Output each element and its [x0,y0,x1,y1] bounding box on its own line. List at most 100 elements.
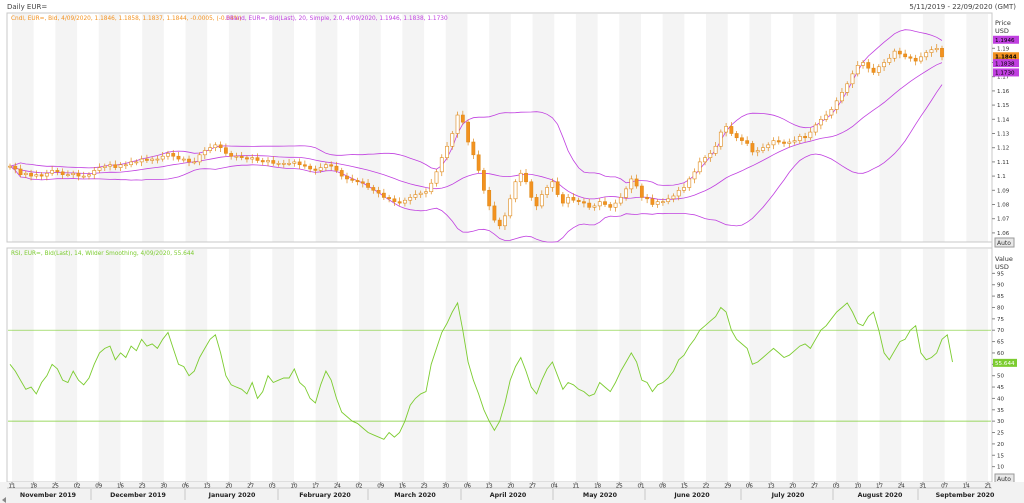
candle-body [381,192,386,198]
x-tick-label: 09 [95,484,102,490]
candle-body [897,50,902,55]
candle-body [39,174,44,177]
price-tick-label: 1.11 [997,160,1009,166]
x-tick-label: 20 [789,484,796,490]
candle-body [23,172,28,175]
band [879,249,902,482]
candle-body [697,161,702,173]
x-tick-label: 16 [117,484,124,490]
candle-body [281,163,286,165]
candle-body [334,165,339,171]
candle-body [350,178,355,181]
x-tick-label: 17 [876,484,883,490]
price-auto-label: Auto [997,240,1011,247]
candle-body [629,178,634,190]
chart-canvas[interactable]: Daily EUR= 5/11/2019 - 22/09/2020 (GMT) … [0,0,1024,503]
candle-body [919,56,923,62]
band [489,14,511,242]
candle-body [102,165,107,168]
x-tick-label: 09 [377,484,384,490]
candle-body [582,201,586,204]
candle-body [134,161,139,164]
candle-body [160,155,165,160]
candle-body [429,182,434,193]
candle-body [60,171,65,175]
candle-body [713,145,718,154]
candle-body [587,202,592,208]
candle-body [223,147,228,154]
band [706,249,728,482]
candle-body [123,164,128,167]
chart-window: Daily EUR= 5/11/2019 - 22/09/2020 (GMT) … [0,0,1024,503]
x-month-label: June 2020 [673,492,710,499]
band [185,14,208,242]
candle-body [50,170,55,174]
candle-body [150,158,155,161]
candle-body [513,181,518,200]
candle-body [929,49,934,53]
band [12,14,34,242]
candle-body [813,124,818,133]
candle-body [392,198,397,202]
candle-body [171,153,176,157]
candle-body [745,140,750,144]
candle-body [539,194,544,207]
band [532,14,555,242]
candle-body [34,174,39,177]
candle-body [597,201,602,207]
candle-body [803,136,807,139]
candle-body [92,170,97,175]
price-marker: 1.1730 [993,68,1019,77]
candle-body [213,144,218,149]
candle-body [397,201,402,204]
candle-body [339,170,344,177]
candle-body [434,171,439,184]
candle-body [192,161,197,164]
x-tick-label: 10 [290,484,297,490]
x-tick-label: 17 [312,484,319,490]
x-tick-label: 20 [507,484,514,490]
band [836,14,858,242]
price-marker-label: 1.1838 [995,61,1015,67]
candle-body [481,170,486,191]
x-month-label: December 2019 [110,492,166,499]
candle-body [613,202,618,208]
candle-body [208,147,212,151]
band [12,249,34,482]
rsi-tick-label: 25 [997,431,1004,437]
band [228,249,251,482]
candle-body [255,157,260,161]
band [228,14,251,242]
candle-body [882,62,886,68]
candle-body [529,181,534,198]
x-tick-label: 13 [204,484,211,490]
candle-body [824,114,829,120]
candle-body [703,157,707,163]
candle-body [687,178,692,188]
x-tick-label: 06 [464,484,471,490]
rsi-tick-label: 30 [997,419,1004,425]
band [836,249,858,482]
candle-body [197,154,202,163]
candle-body [766,144,771,149]
candle-body [387,197,392,200]
candle-body [345,175,349,180]
price-axis-title: Price [995,19,1011,27]
candle-body [66,174,70,176]
x-tick-label: 03 [269,484,276,490]
rsi-tick-label: 90 [997,283,1004,289]
candle-body [508,198,513,217]
candle-body [218,144,223,149]
candle-body [234,155,239,158]
x-month-label: March 2020 [394,492,436,499]
candle-body [44,172,49,177]
candle-body [239,155,244,158]
price-auto-button[interactable]: Auto [994,237,1015,248]
candle-body [308,165,313,170]
window-title: Daily EUR= [7,3,47,11]
candle-body [271,160,276,164]
candle-body [71,172,76,175]
price-tick-label: 1.09 [997,188,1010,194]
rsi-auto-button[interactable]: Auto [994,473,1015,484]
price-tick-label: 1.12 [997,146,1009,152]
